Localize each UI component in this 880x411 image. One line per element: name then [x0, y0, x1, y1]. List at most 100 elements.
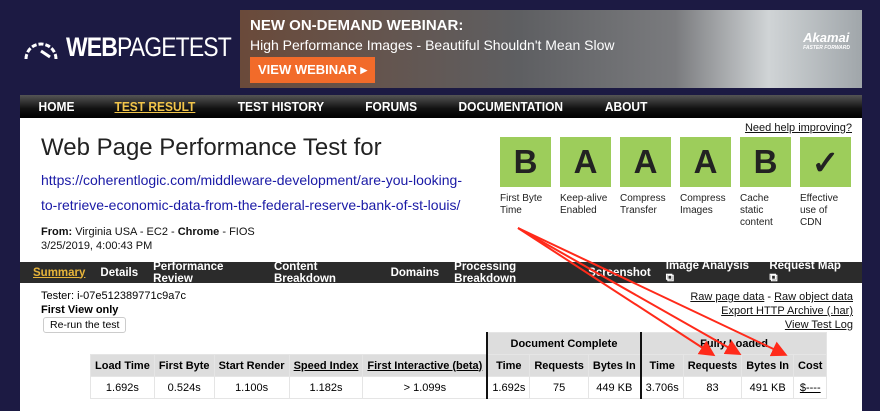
- grade-card[interactable]: B First Byte Time: [500, 137, 551, 229]
- table-cell: 1.182s: [288, 376, 364, 399]
- header-text: Bytes In: [592, 359, 636, 372]
- sep: -: [764, 291, 775, 303]
- tab-performance-review[interactable]: Performance Review: [153, 261, 259, 285]
- header-text: Time: [649, 359, 675, 372]
- grade-label: Effective use of CDN: [800, 193, 839, 228]
- nav-forums[interactable]: FORUMS: [365, 99, 417, 114]
- grade-label: Compress Transfer: [620, 193, 666, 216]
- banner-subtitle: High Performance Images - Beautiful Shou…: [250, 37, 615, 53]
- export-links: Raw page data - Raw object data Export H…: [690, 290, 853, 332]
- result-tabs: Summary Details Performance Review Content …: [20, 260, 862, 285]
- grade-value: A: [620, 137, 671, 187]
- column-header[interactable]: First Interactive (beta): [362, 354, 488, 377]
- tab-processing-breakdown[interactable]: Processing Breakdown: [454, 261, 573, 285]
- grade-card[interactable]: A Keep-alive Enabled: [560, 137, 611, 229]
- column-header: Cost: [793, 354, 828, 377]
- column-header: Time: [639, 354, 684, 377]
- tab-details[interactable]: Details: [100, 267, 138, 279]
- need-help-link[interactable]: Need help improving?: [745, 122, 852, 134]
- column-header: Bytes In: [741, 354, 795, 377]
- grade-card[interactable]: A Compress Transfer: [620, 137, 671, 229]
- raw-object-data-link[interactable]: Raw object data: [774, 291, 853, 303]
- webinar-banner[interactable]: NEW ON-DEMAND WEBINAR: High Performance …: [240, 10, 862, 88]
- connection: - FIOS: [219, 226, 255, 238]
- column-header[interactable]: Speed Index: [288, 354, 364, 377]
- grade-label: Cache static content: [740, 193, 773, 228]
- header-text: Load Time: [95, 359, 150, 372]
- grade-card[interactable]: A Compress Images: [680, 137, 731, 229]
- from-label: From:: [41, 226, 73, 238]
- tester-id: Tester: i-07e512389771c9a7c: [41, 290, 186, 302]
- brand-tag: FASTER FORWARD: [803, 45, 850, 51]
- header-text: Requests: [687, 359, 738, 372]
- table-cell: 83: [682, 376, 743, 399]
- nav-about[interactable]: ABOUT: [605, 99, 648, 114]
- from-location: Virginia USA - EC2 -: [72, 226, 178, 238]
- header-text: Speed Index: [293, 359, 359, 372]
- grade-value: A: [560, 137, 611, 187]
- tab-request-map[interactable]: Request Map ⧉: [769, 260, 847, 285]
- view-test-log-link[interactable]: View Test Log: [785, 319, 853, 331]
- tested-url-link[interactable]: https://coherentlogic.com/middleware-dev…: [41, 168, 471, 218]
- results-table: Document Complete Fully Loaded Load Time F…: [90, 332, 828, 399]
- header-text: First Byte: [158, 359, 210, 372]
- table-cell: 0.524s: [153, 376, 215, 399]
- header-text: First Interactive (beta): [367, 359, 483, 372]
- column-header: Bytes In: [587, 354, 642, 377]
- header-text: Start Render: [218, 359, 285, 372]
- table-cell: 449 KB: [587, 376, 642, 399]
- grade-label: First Byte Time: [500, 193, 543, 216]
- raw-page-data-link[interactable]: Raw page data: [690, 291, 764, 303]
- webpagetest-logo[interactable]: WEBPAGETEST: [22, 32, 260, 63]
- grade-value: B: [500, 137, 551, 187]
- tab-content-breakdown[interactable]: Content Breakdown: [274, 261, 376, 285]
- grade-value: A: [680, 137, 731, 187]
- table-cell: 491 KB: [741, 376, 795, 399]
- test-from: From: Virginia USA - EC2 - Chrome - FIOS: [41, 226, 255, 238]
- column-header: Time: [486, 354, 531, 377]
- grade-card[interactable]: ✓ Effective use of CDN: [800, 137, 851, 229]
- column-header: First Byte: [153, 354, 215, 377]
- nav-documentation[interactable]: DOCUMENTATION: [459, 99, 564, 114]
- column-header: Requests: [682, 354, 743, 377]
- page-title: Web Page Performance Test for: [41, 134, 382, 161]
- fully-loaded-header: Fully Loaded: [639, 332, 828, 355]
- grades: B First Byte Time A Keep-alive Enabled A Comp…: [500, 137, 860, 229]
- column-header: Load Time: [90, 354, 155, 377]
- tab-screenshot[interactable]: Screenshot: [588, 267, 651, 279]
- grade-label: Compress Images: [680, 193, 726, 216]
- table-cell: 75: [529, 376, 589, 399]
- first-view-label: First View only: [41, 304, 119, 316]
- header-text: Cost: [798, 359, 823, 372]
- table-cell: 1.100s: [213, 376, 290, 399]
- view-webinar-button[interactable]: VIEW WEBINAR ▸: [250, 57, 376, 83]
- logo-text-light: PAGETEST: [117, 32, 232, 62]
- column-header: Start Render: [213, 354, 290, 377]
- tab-summary[interactable]: Summary: [33, 267, 85, 279]
- rerun-test-button[interactable]: Re-run the test: [43, 317, 127, 333]
- export-har-link[interactable]: Export HTTP Archive (.har): [721, 305, 853, 317]
- tab-image-analysis[interactable]: Image Analysis ⧉: [666, 260, 755, 285]
- grade-card[interactable]: B Cache static content: [740, 137, 791, 229]
- table-cell: > 1.099s: [362, 376, 488, 399]
- akamai-logo: Akamai FASTER FORWARD: [803, 30, 850, 51]
- header-text: Time: [496, 359, 522, 372]
- nav-home[interactable]: HOME: [39, 99, 75, 114]
- grade-value: ✓: [800, 137, 851, 187]
- tab-domains[interactable]: Domains: [391, 267, 440, 279]
- column-header: Requests: [529, 354, 589, 377]
- header-text: Requests: [534, 359, 584, 372]
- brand: Akamai: [803, 30, 850, 45]
- document-complete-header: Document Complete: [486, 332, 642, 355]
- test-date: 3/25/2019, 4:00:43 PM: [41, 240, 153, 252]
- nav-test-result[interactable]: TEST RESULT: [115, 99, 196, 114]
- table-cell: 1.692s: [90, 376, 155, 399]
- table-cell: 3.706s: [639, 376, 684, 399]
- table-cell[interactable]: $----: [793, 376, 828, 399]
- table-cell: 1.692s: [486, 376, 531, 399]
- nav-test-history[interactable]: TEST HISTORY: [238, 99, 324, 114]
- speedometer-icon: [24, 42, 58, 59]
- banner-headline: NEW ON-DEMAND WEBINAR:: [250, 17, 464, 34]
- browser: Chrome: [177, 226, 220, 238]
- logo-text: WEB: [66, 32, 118, 62]
